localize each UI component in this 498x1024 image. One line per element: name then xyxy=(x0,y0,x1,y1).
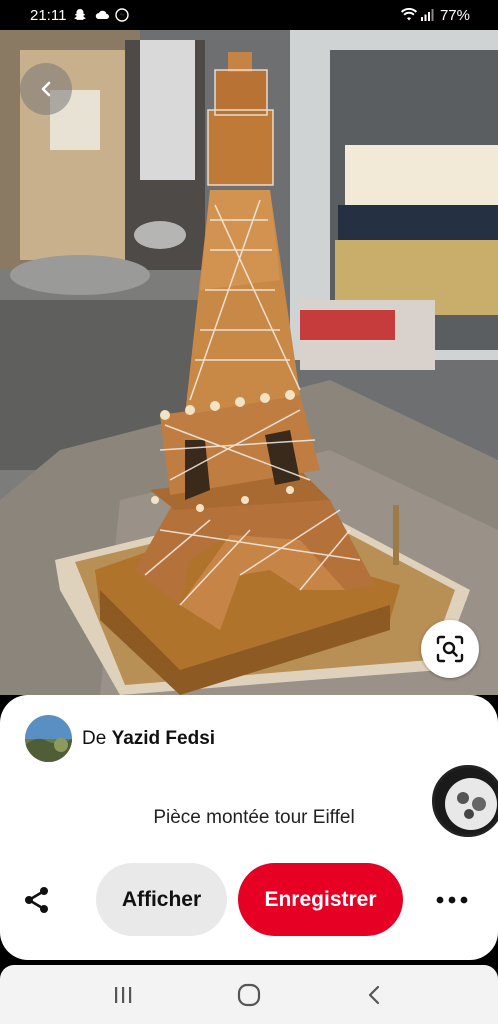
creator-attribution: De Yazid Fedsi xyxy=(82,728,215,750)
visual-search-button[interactable] xyxy=(421,620,479,678)
chevron-left-icon xyxy=(41,81,51,97)
pin-photo xyxy=(0,30,498,695)
pin-detail-card: De Yazid Fedsi Pièce montée tour Eiffel … xyxy=(0,695,498,960)
creator-avatar[interactable] xyxy=(25,715,72,762)
messenger-icon xyxy=(115,8,130,22)
save-button[interactable]: Enregistrer xyxy=(238,863,403,936)
lens-search-icon xyxy=(436,635,464,663)
home-icon xyxy=(237,983,261,1006)
back-button[interactable] xyxy=(20,63,72,115)
home-button[interactable] xyxy=(229,975,269,1015)
wifi-icon xyxy=(400,7,417,22)
system-back-button[interactable] xyxy=(355,975,395,1015)
more-options-button[interactable] xyxy=(432,885,472,915)
afficher-button[interactable]: Afficher xyxy=(96,863,227,936)
battery-text: 77% xyxy=(439,6,470,24)
snapchat-icon xyxy=(73,8,87,22)
pin-title: Pièce montée tour Eiffel xyxy=(153,807,355,828)
share-button[interactable] xyxy=(20,883,54,917)
status-time: 21:11 xyxy=(30,6,67,24)
actions-row: Afficher Enregistrer xyxy=(0,863,498,937)
more-dots-icon xyxy=(436,896,468,904)
avatar-image xyxy=(25,715,72,762)
creator-prefix: De xyxy=(82,727,107,749)
status-right: 77% xyxy=(400,7,470,24)
system-navigation-bar xyxy=(0,965,498,1024)
pin-image[interactable] xyxy=(0,30,498,695)
cloud-icon xyxy=(94,8,110,22)
share-icon xyxy=(25,887,48,913)
recent-apps-icon xyxy=(115,986,132,1003)
recent-apps-button[interactable] xyxy=(103,975,143,1015)
back-arrow-icon xyxy=(368,985,380,1004)
creator-row[interactable]: De Yazid Fedsi xyxy=(25,715,215,762)
creator-name[interactable]: Yazid Fedsi xyxy=(112,728,215,749)
signal-icon xyxy=(420,8,434,22)
status-left: 21:11 xyxy=(30,6,130,24)
status-bar: 21:11 77% xyxy=(0,0,498,30)
